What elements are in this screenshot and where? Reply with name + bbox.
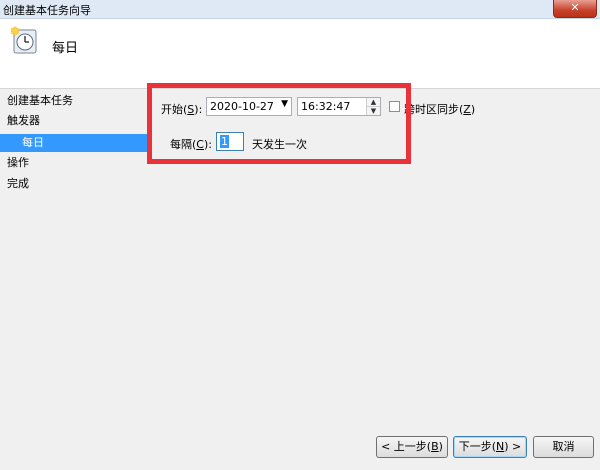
nav-step-finish[interactable]: 完成 bbox=[0, 175, 152, 193]
cancel-button[interactable]: 取消 bbox=[533, 436, 594, 458]
nav-step-label: 创建基本任务 bbox=[7, 94, 73, 107]
nav-step-action[interactable]: 操作 bbox=[0, 154, 152, 172]
nav-step-label: 触发器 bbox=[7, 114, 40, 127]
close-icon: ✕ bbox=[570, 1, 580, 14]
highlight-annotation-box bbox=[147, 83, 411, 164]
nav-step-daily[interactable]: 每日 bbox=[0, 134, 152, 152]
next-button[interactable]: 下一步(N) > bbox=[453, 436, 527, 458]
window-title: 创建基本任务向导 bbox=[3, 4, 91, 17]
close-button[interactable]: ✕ bbox=[553, 0, 597, 18]
wizard-step-nav: 创建基本任务 触发器 每日 操作 完成 bbox=[0, 89, 152, 470]
sync-timezone-label[interactable]: 跨时区同步(Z) bbox=[404, 101, 475, 117]
title-bar: 创建基本任务向导 ✕ bbox=[0, 0, 600, 19]
nav-step-label: 完成 bbox=[7, 177, 29, 190]
wizard-header: 每日 bbox=[0, 19, 600, 89]
nav-step-create-basic-task[interactable]: 创建基本任务 bbox=[0, 92, 152, 110]
nav-step-label: 操作 bbox=[7, 156, 29, 169]
nav-step-label: 每日 bbox=[22, 136, 44, 149]
back-button[interactable]: < 上一步(B) bbox=[376, 436, 448, 458]
nav-step-trigger[interactable]: 触发器 bbox=[0, 112, 152, 130]
page-title: 每日 bbox=[52, 41, 79, 56]
task-clock-icon bbox=[10, 25, 37, 54]
